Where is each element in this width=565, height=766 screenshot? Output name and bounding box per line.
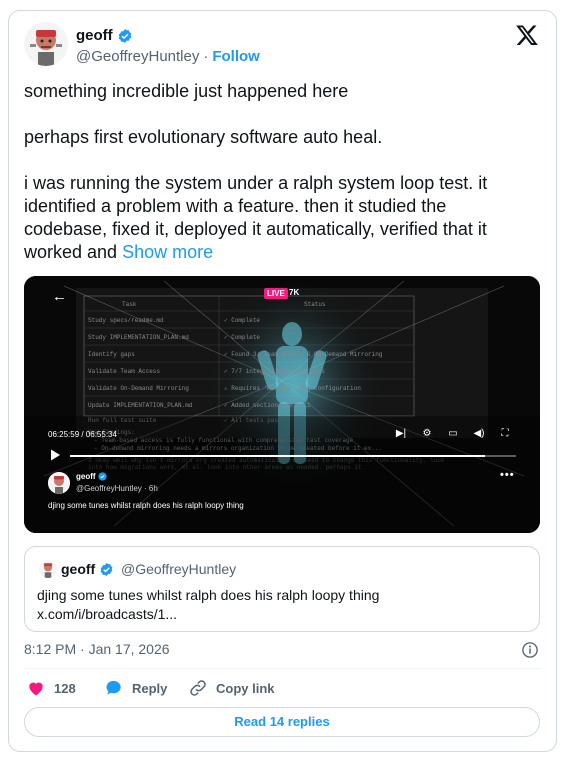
viewer-count: 7K xyxy=(289,288,300,297)
quote-author-name: geoff xyxy=(61,561,114,577)
tweet-paragraph-text: i was running the system under a ralph s… xyxy=(24,173,488,262)
screen-row-status: ✓ Found 3: Team Access & On-Demand Mirro… xyxy=(224,351,383,358)
progress-bar[interactable] xyxy=(70,455,516,457)
verified-badge-icon xyxy=(100,562,113,576)
screen-row-status: ✓ Complete xyxy=(224,334,260,341)
tweet-paragraph: something incredible just happened here xyxy=(24,81,349,101)
screen-row-status: ⚠ Requires 'mirrors' org configuration xyxy=(224,385,361,392)
quote-link[interactable]: x.com/i/broadcasts/1... xyxy=(37,605,379,624)
reply-label: Reply xyxy=(132,680,168,696)
screen-header-task: Task xyxy=(122,301,137,308)
video-author-name[interactable]: geoff xyxy=(76,472,107,481)
heart-icon xyxy=(29,682,43,696)
live-badge: LIVE xyxy=(264,288,288,299)
screen-row-task: Identify gaps xyxy=(88,351,135,358)
quote-author-handle: @GeoffreyHuntley xyxy=(121,561,237,577)
play-icon[interactable] xyxy=(48,448,62,462)
more-options-icon[interactable]: ••• xyxy=(500,469,515,481)
author-handle[interactable]: @GeoffreyHuntley xyxy=(76,48,199,65)
author-name[interactable]: geoff xyxy=(76,27,133,44)
quote-author-name-text: geoff xyxy=(61,561,96,577)
verified-badge-icon xyxy=(118,28,131,43)
quote-author-avatar xyxy=(39,560,57,578)
info-icon[interactable] xyxy=(521,641,539,659)
screen-row-task: Validate Team Access xyxy=(88,368,160,375)
author-handle-line: @GeoffreyHuntley · Follow xyxy=(76,48,260,65)
link-icon xyxy=(190,680,206,696)
reply-bubble-icon xyxy=(106,680,121,695)
x-logo-icon[interactable] xyxy=(515,23,539,47)
video-caption: djing some tunes whilst ralph does his r… xyxy=(48,501,244,510)
video-timestamp: 06:25:59 / 06:55:34 xyxy=(48,430,117,439)
settings-gear-icon[interactable]: ⚙ xyxy=(420,428,434,439)
volume-icon[interactable]: ◀) xyxy=(472,428,486,439)
author-name-text: geoff xyxy=(76,27,113,44)
separator: · xyxy=(203,48,209,65)
read-replies-button[interactable]: Read 14 replies xyxy=(24,707,540,737)
copy-link-button[interactable]: Copy link xyxy=(188,678,275,698)
screen-row-task: Study specs/readme.md xyxy=(88,317,164,324)
back-arrow-icon[interactable]: ← xyxy=(52,288,67,305)
video-author-name-text: geoff xyxy=(76,472,96,481)
video-author-avatar[interactable] xyxy=(48,472,70,494)
show-more-link[interactable]: Show more xyxy=(122,242,213,262)
next-chapter-icon[interactable]: ▶| xyxy=(394,428,408,439)
tweet-text: something incredible just happened here … xyxy=(24,80,534,264)
post-timestamp[interactable]: 8:12 PM · Jan 17, 2026 xyxy=(24,641,170,657)
tweet-paragraph: i was running the system under a ralph s… xyxy=(24,172,534,264)
screen-row-task: Validate On-Demand Mirroring xyxy=(88,385,189,392)
fullscreen-icon[interactable]: ⛶ xyxy=(498,428,512,439)
cast-icon[interactable]: ▭ xyxy=(446,428,460,439)
screen-row-status: ✓ Added sections 10 & 11 xyxy=(224,402,311,409)
like-button[interactable]: 128 xyxy=(26,678,76,698)
author-avatar[interactable] xyxy=(24,22,68,66)
screen-header-status: Status xyxy=(304,301,326,308)
follow-link[interactable]: Follow xyxy=(212,48,260,65)
progress-fill xyxy=(70,455,485,457)
screen-row-status: ✓ Complete xyxy=(224,317,260,324)
video-player[interactable]: Task Status Study specs/readme.md ✓ Comp… xyxy=(24,276,540,533)
video-author-handle: @GeoffreyHuntley · 6h xyxy=(76,484,158,493)
verified-badge-icon xyxy=(97,472,107,481)
copy-link-label: Copy link xyxy=(216,680,275,696)
like-count: 128 xyxy=(54,680,76,696)
screen-row-task: Study IMPLEMENTATION_PLAN.md xyxy=(88,334,189,341)
tweet-paragraph: perhaps first evolutionary software auto… xyxy=(24,127,383,147)
screen-row-task: Update IMPLEMENTATION_PLAN.md xyxy=(88,402,193,409)
divider xyxy=(24,668,540,669)
quote-text: djing some tunes whilst ralph does his r… xyxy=(37,586,379,624)
quoted-post[interactable]: geoff @GeoffreyHuntley djing some tunes … xyxy=(24,546,540,632)
video-frame: Task Status Study specs/readme.md ✓ Comp… xyxy=(24,276,540,533)
quote-text-line: djing some tunes whilst ralph does his r… xyxy=(37,587,380,603)
screen-row-status: ✓ 7/7 integration tests pass xyxy=(224,368,325,375)
reply-button[interactable]: Reply xyxy=(104,678,167,698)
